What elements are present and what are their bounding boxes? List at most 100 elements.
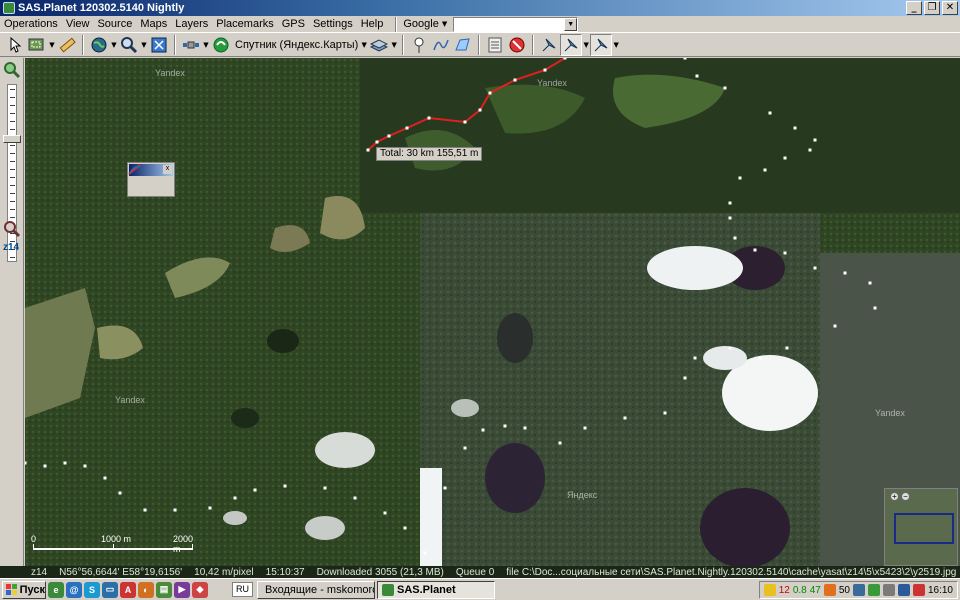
route-vertex[interactable] bbox=[695, 74, 699, 78]
zoom-slider-thumb[interactable] bbox=[3, 135, 21, 143]
tray-alert-icon[interactable] bbox=[912, 584, 925, 596]
route-vertex[interactable] bbox=[143, 508, 147, 512]
search-provider-select[interactable]: Google ▼ bbox=[401, 17, 449, 32]
quicklaunch-app-icon[interactable]: ◐ bbox=[138, 581, 154, 598]
minimap-zoom-out-icon[interactable]: − bbox=[901, 492, 910, 501]
route-vertex[interactable] bbox=[683, 376, 687, 380]
route-vertex[interactable] bbox=[583, 426, 587, 430]
stop-button[interactable] bbox=[506, 34, 528, 56]
route-vertex[interactable] bbox=[173, 508, 177, 512]
minimap-viewport-frame[interactable] bbox=[894, 513, 954, 544]
taskbar-item-mail[interactable]: Входящие - mskomoroh... bbox=[257, 580, 375, 599]
route-vertex[interactable] bbox=[383, 511, 387, 515]
quicklaunch-browser-icon[interactable]: e bbox=[48, 581, 64, 598]
route-vertex[interactable] bbox=[543, 68, 547, 72]
search-dropdown-button[interactable]: ▼ bbox=[564, 17, 578, 31]
route-vertex[interactable] bbox=[463, 446, 467, 450]
route-vertex[interactable] bbox=[233, 496, 237, 500]
zoom-in-button[interactable] bbox=[3, 61, 21, 79]
globe-button[interactable] bbox=[88, 34, 110, 56]
route-vertex[interactable] bbox=[253, 488, 257, 492]
route-vertex[interactable] bbox=[738, 176, 742, 180]
satellite-button[interactable] bbox=[180, 34, 202, 56]
menu-source[interactable]: Source bbox=[93, 16, 136, 33]
quicklaunch-extra-icon[interactable]: ◆ bbox=[192, 581, 208, 598]
map-type-select[interactable]: Спутник (Яндекс.Карты) bbox=[232, 39, 360, 51]
route-vertex[interactable] bbox=[366, 148, 370, 152]
menu-view[interactable]: View bbox=[62, 16, 94, 33]
route-vertex[interactable] bbox=[783, 156, 787, 160]
zoom-out-button[interactable] bbox=[3, 220, 21, 238]
menu-placemarks[interactable]: Placemarks bbox=[212, 16, 277, 33]
minimap[interactable]: + − bbox=[884, 488, 958, 566]
route-vertex[interactable] bbox=[723, 86, 727, 90]
search-input[interactable] bbox=[454, 17, 565, 31]
route-vertex[interactable] bbox=[427, 116, 431, 120]
route-vertex[interactable] bbox=[563, 58, 567, 60]
route-vertex[interactable] bbox=[763, 168, 767, 172]
gps-button[interactable] bbox=[538, 34, 560, 56]
route-vertex[interactable] bbox=[503, 424, 507, 428]
chevron-down-icon[interactable]: ▼ bbox=[582, 41, 590, 49]
route-vertex[interactable] bbox=[843, 271, 847, 275]
map-view[interactable]: Yandex Yandex Yandex Яндекс Yandex x Tot… bbox=[25, 58, 960, 566]
chevron-down-icon[interactable]: ▼ bbox=[48, 41, 56, 49]
gps-track-button[interactable] bbox=[560, 33, 583, 56]
route-vertex[interactable] bbox=[728, 346, 732, 350]
route-vertex[interactable] bbox=[375, 140, 379, 144]
ruler-clear-icon[interactable] bbox=[128, 163, 142, 175]
tray-security-icon[interactable] bbox=[867, 584, 880, 596]
route-vertex[interactable] bbox=[478, 108, 482, 112]
route-vertex[interactable] bbox=[283, 484, 287, 488]
tray-volume-icon[interactable] bbox=[882, 584, 895, 596]
route-vertex[interactable] bbox=[623, 416, 627, 420]
route-vertex[interactable] bbox=[728, 201, 732, 205]
route-vertex[interactable] bbox=[463, 120, 467, 124]
select-tool-button[interactable] bbox=[4, 34, 26, 56]
route-vertex[interactable] bbox=[783, 251, 787, 255]
route-vertex[interactable] bbox=[873, 306, 877, 310]
quicklaunch-desktop-icon[interactable]: ▭ bbox=[102, 581, 118, 598]
route-vertex[interactable] bbox=[558, 441, 562, 445]
route-vertex[interactable] bbox=[423, 551, 427, 555]
route-vertex[interactable] bbox=[353, 496, 357, 500]
quicklaunch-explorer-icon[interactable]: ▤ bbox=[156, 581, 172, 598]
route-vertex[interactable] bbox=[683, 58, 687, 60]
gps-center-button[interactable] bbox=[590, 33, 613, 56]
menu-operations[interactable]: Operations bbox=[0, 16, 62, 33]
route-vertex[interactable] bbox=[523, 426, 527, 430]
chevron-down-icon[interactable]: ▼ bbox=[140, 41, 148, 49]
tray-monitor-icon[interactable] bbox=[897, 584, 910, 596]
route-vertex[interactable] bbox=[833, 324, 837, 328]
route-vertex[interactable] bbox=[405, 126, 409, 130]
chevron-down-icon[interactable]: ▼ bbox=[360, 41, 368, 49]
tray-network-icon[interactable] bbox=[852, 584, 865, 596]
layers-button[interactable] bbox=[368, 34, 390, 56]
quicklaunch-player-icon[interactable]: ▶ bbox=[174, 581, 190, 598]
route-vertex[interactable] bbox=[443, 486, 447, 490]
route-vertex[interactable] bbox=[813, 266, 817, 270]
route-vertex[interactable] bbox=[793, 126, 797, 130]
quicklaunch-mail-icon[interactable]: @ bbox=[66, 581, 82, 598]
zoom-tool-button[interactable] bbox=[118, 34, 140, 56]
route-vertex[interactable] bbox=[63, 461, 67, 465]
tray-app-icon[interactable] bbox=[823, 584, 836, 596]
route-vertex[interactable] bbox=[208, 506, 212, 510]
chevron-down-icon[interactable]: ▼ bbox=[110, 41, 118, 49]
search-box[interactable]: ▼ bbox=[453, 16, 579, 32]
start-button[interactable]: Пуск bbox=[2, 580, 46, 599]
route-vertex[interactable] bbox=[868, 281, 872, 285]
add-path-button[interactable] bbox=[430, 34, 452, 56]
fullscreen-button[interactable] bbox=[148, 34, 170, 56]
select-area-button[interactable] bbox=[26, 34, 48, 56]
route-vertex[interactable] bbox=[693, 356, 697, 360]
route-vertex[interactable] bbox=[488, 91, 492, 95]
route-vertex[interactable] bbox=[728, 216, 732, 220]
route-vertex[interactable] bbox=[43, 464, 47, 468]
map-source-icon-button[interactable] bbox=[210, 34, 232, 56]
chevron-down-icon[interactable]: ▼ bbox=[202, 41, 210, 49]
route-vertex[interactable] bbox=[785, 346, 789, 350]
ruler-panel-close-button[interactable]: x bbox=[163, 165, 172, 174]
taskbar-item-sasplanet[interactable]: SAS.Planet bbox=[377, 580, 495, 599]
maximize-button[interactable]: ❐ bbox=[924, 1, 940, 15]
